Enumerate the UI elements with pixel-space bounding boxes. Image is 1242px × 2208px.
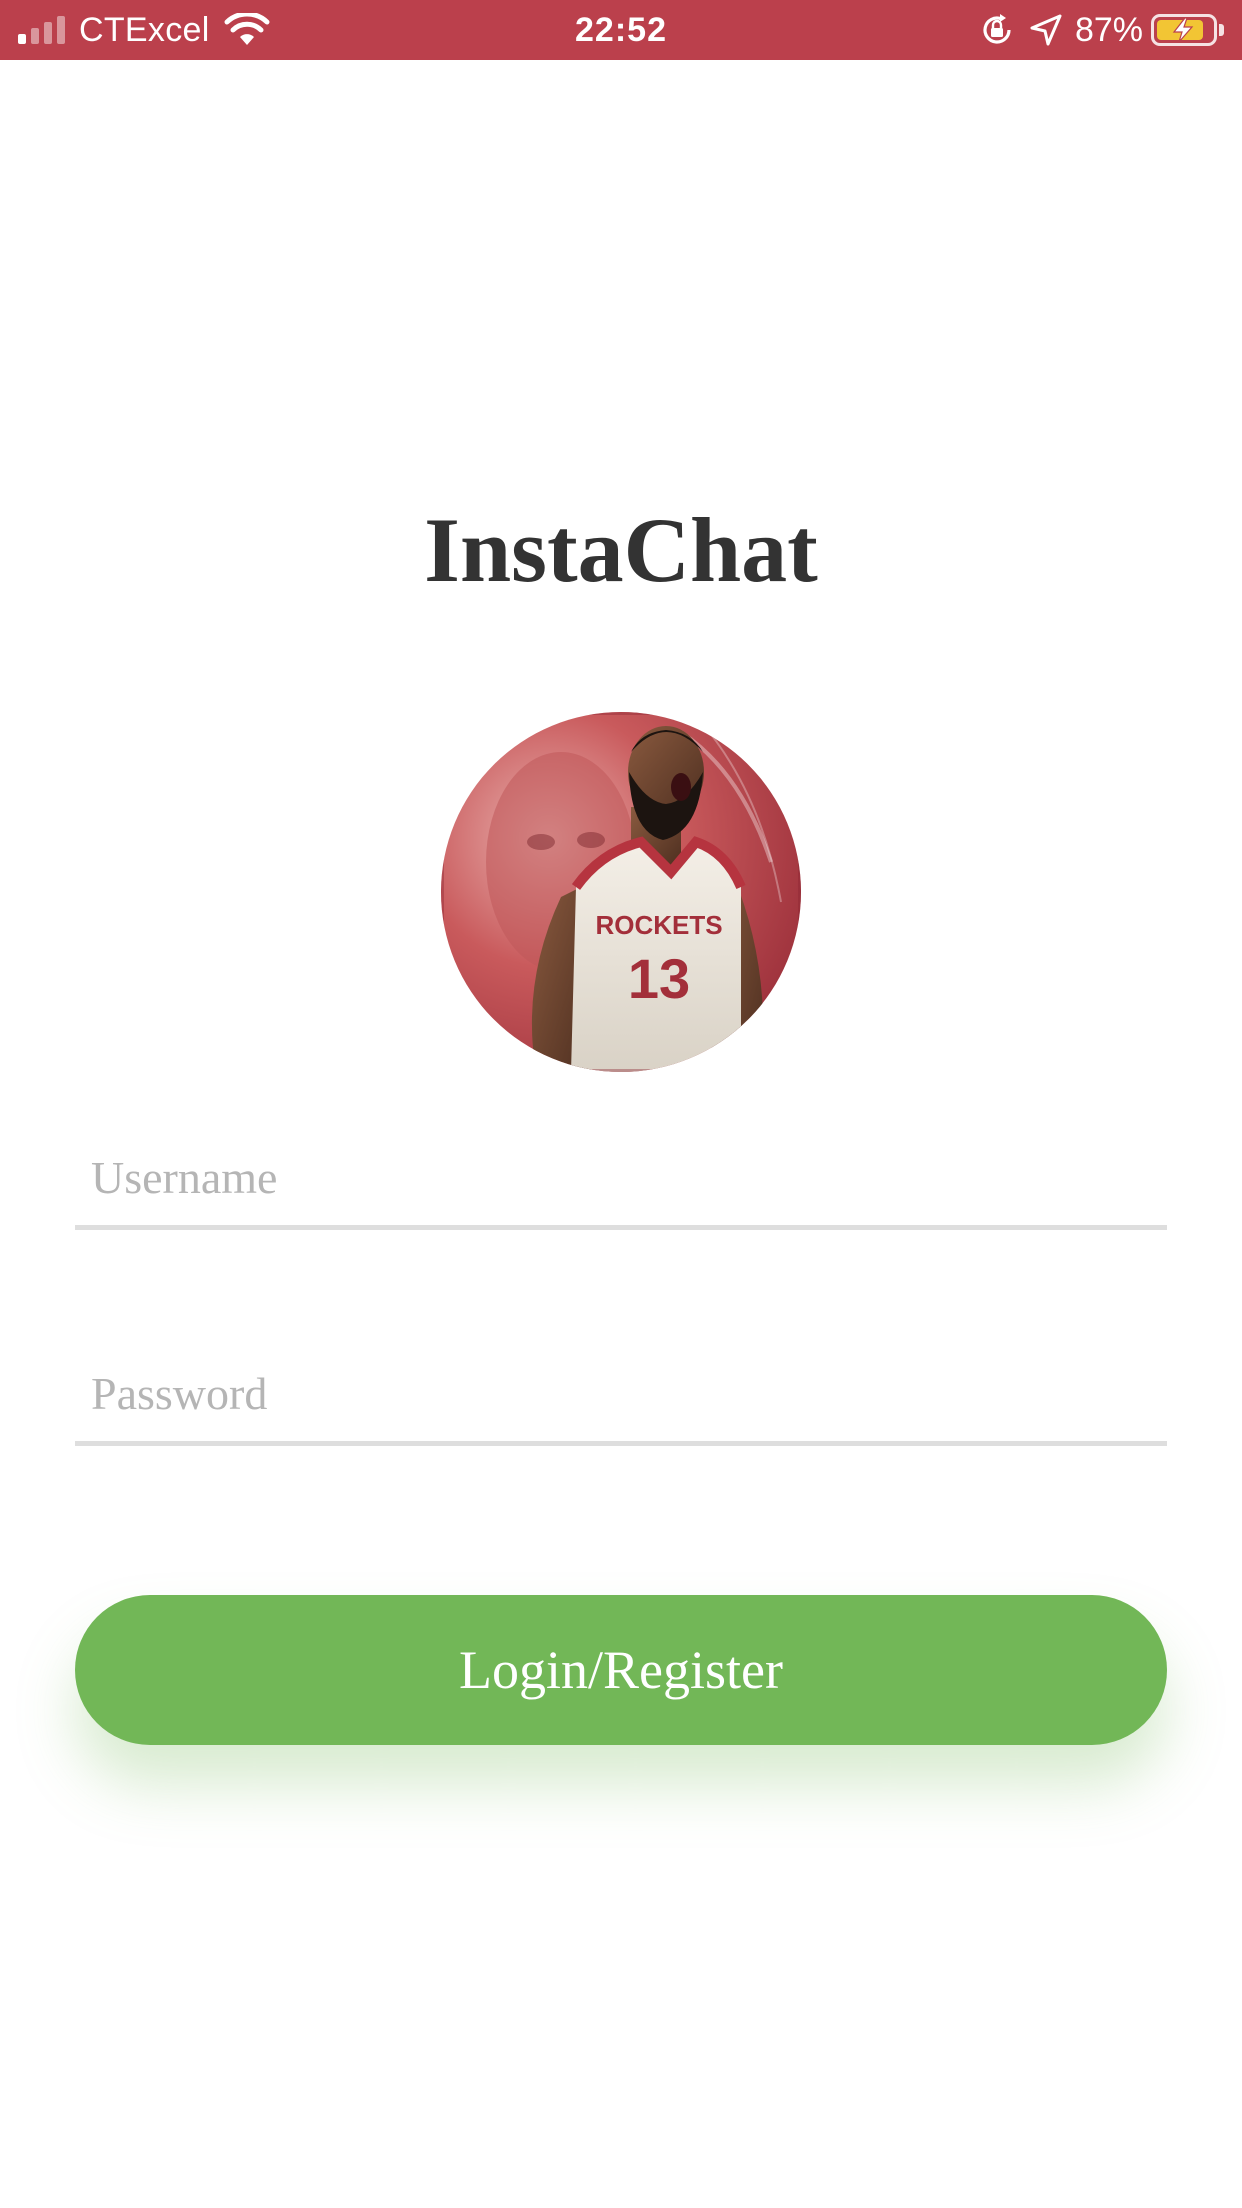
status-bar-right: 87% bbox=[979, 0, 1224, 60]
battery-tip bbox=[1219, 24, 1224, 36]
status-bar: CTExcel 22:52 87% bbox=[0, 0, 1242, 60]
profile-photo: ROCKETS 13 bbox=[441, 712, 801, 1072]
login-register-button[interactable]: Login/Register bbox=[75, 1595, 1167, 1745]
orientation-lock-icon bbox=[983, 14, 1011, 44]
svg-text:13: 13 bbox=[628, 947, 690, 1010]
username-field[interactable] bbox=[75, 1130, 1167, 1230]
avatar[interactable]: ROCKETS 13 bbox=[441, 712, 801, 1072]
password-input[interactable] bbox=[75, 1346, 1167, 1441]
svg-text:ROCKETS: ROCKETS bbox=[595, 910, 722, 940]
password-field[interactable] bbox=[75, 1346, 1167, 1446]
app-title: InstaChat bbox=[424, 499, 818, 601]
username-input[interactable] bbox=[75, 1130, 1167, 1225]
location-arrow-icon bbox=[1030, 14, 1062, 46]
battery-charging-icon bbox=[1151, 14, 1217, 46]
battery-percent: 87% bbox=[1074, 10, 1143, 49]
